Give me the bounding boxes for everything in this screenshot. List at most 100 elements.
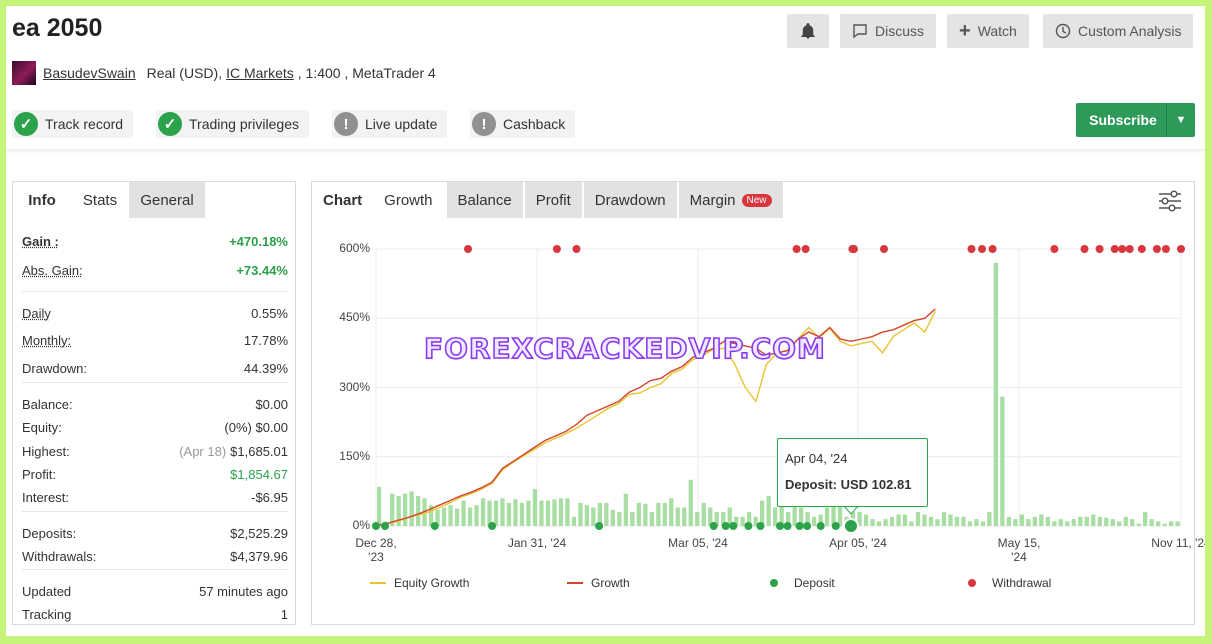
- legend-line-swatch: [370, 582, 386, 584]
- volume-bar: [1175, 521, 1180, 526]
- volume-bar: [695, 512, 700, 526]
- volume-bar: [1032, 516, 1037, 526]
- volume-bar: [987, 512, 992, 526]
- withdrawal-marker: [1110, 245, 1119, 253]
- volume-bar: [480, 498, 486, 526]
- deposit-marker: [721, 522, 730, 530]
- volume-bar: [669, 498, 674, 526]
- withdrawal-marker: [1161, 245, 1170, 253]
- volume-bar: [467, 507, 473, 526]
- withdrawal-marker: [572, 245, 581, 253]
- volume-bar: [967, 521, 973, 526]
- legend-label: Growth: [591, 576, 630, 590]
- volume-bar: [578, 502, 583, 526]
- volume-bar: [500, 498, 505, 526]
- tooltip-value: Deposit: USD 102.81: [785, 477, 912, 492]
- volume-bar: [506, 502, 512, 526]
- volume-bar: [571, 516, 577, 526]
- volume-bar: [961, 516, 966, 526]
- volume-bar: [941, 512, 947, 526]
- volume-bar: [623, 493, 628, 526]
- volume-bar: [1143, 512, 1148, 526]
- volume-bar: [688, 479, 693, 526]
- volume-bar: [824, 507, 830, 526]
- legend-dot-swatch: [770, 579, 778, 587]
- volume-bar: [792, 503, 797, 526]
- volume-bar: [604, 502, 609, 526]
- page-frame: ea 2050 Discuss + Watch Custom Analysis: [6, 6, 1205, 636]
- volume-bar: [461, 500, 466, 526]
- volume-bar: [584, 505, 589, 526]
- volume-bar: [974, 519, 979, 526]
- volume-bar: [474, 505, 479, 526]
- withdrawal-marker: [801, 245, 810, 253]
- withdrawal-marker: [849, 245, 858, 253]
- tooltip-pointer: [842, 505, 860, 515]
- volume-bar: [948, 514, 953, 526]
- legend-deposit[interactable]: Deposit: [770, 576, 835, 590]
- withdrawal-marker: [967, 245, 976, 253]
- volume-bar: [545, 500, 551, 526]
- volume-bar: [448, 505, 453, 526]
- deposit-marker: [744, 522, 753, 530]
- volume-bar: [403, 493, 408, 526]
- deposit-marker: [756, 522, 765, 530]
- deposit-marker: [803, 522, 812, 530]
- legend-line-swatch: [567, 582, 583, 584]
- withdrawal-marker: [552, 245, 561, 253]
- deposit-marker: [776, 522, 784, 530]
- withdrawal-marker: [1080, 245, 1089, 253]
- volume-bar: [1156, 521, 1161, 526]
- volume-bar: [552, 499, 557, 526]
- volume-bar: [1000, 396, 1005, 526]
- volume-bar: [1104, 517, 1109, 526]
- volume-bar: [1117, 521, 1122, 526]
- legend-dot-swatch: [968, 579, 976, 587]
- volume-bar: [902, 514, 908, 526]
- volume-bar: [1019, 514, 1024, 526]
- deposit-marker: [372, 522, 380, 530]
- tooltip-date: Apr 04, '24: [785, 451, 848, 466]
- volume-bar: [617, 512, 622, 526]
- volume-bar: [675, 507, 680, 526]
- volume-bar: [1091, 514, 1096, 526]
- volume-bar: [630, 512, 635, 526]
- legend-growth[interactable]: Growth: [567, 576, 630, 590]
- deposit-marker: [816, 522, 825, 530]
- volume-bar: [928, 516, 934, 526]
- volume-bar: [883, 519, 888, 526]
- chart-tooltip: Apr 04, '24 Deposit: USD 102.81: [777, 438, 928, 507]
- withdrawal-marker: [1137, 245, 1146, 253]
- deposit-marker: [381, 522, 389, 530]
- volume-bar: [1006, 516, 1011, 526]
- volume-bar: [1026, 519, 1031, 526]
- deposit-marker: [709, 522, 718, 530]
- legend-label: Deposit: [794, 576, 835, 590]
- deposit-marker: [488, 522, 497, 530]
- volume-bar: [539, 500, 544, 526]
- volume-bar: [1110, 519, 1115, 526]
- deposit-marker: [795, 522, 804, 530]
- volume-bar: [1058, 519, 1063, 526]
- volume-bar: [1045, 516, 1050, 526]
- volume-bar: [812, 516, 817, 526]
- volume-bar: [909, 521, 914, 526]
- legend-withdrawal[interactable]: Withdrawal: [968, 576, 1051, 590]
- volume-bar: [1052, 521, 1057, 526]
- deposit-marker: [729, 522, 738, 530]
- volume-bar: [1123, 516, 1128, 526]
- volume-bar: [1097, 516, 1102, 526]
- volume-bar: [643, 503, 648, 526]
- volume-bar: [636, 502, 641, 526]
- volume-bar: [1130, 519, 1135, 526]
- volume-bar: [519, 502, 525, 526]
- volume-bar: [416, 496, 421, 526]
- volume-bar: [454, 508, 460, 526]
- volume-bar: [1084, 516, 1089, 526]
- volume-bar: [701, 502, 706, 526]
- volume-bar: [493, 500, 499, 526]
- volume-bar: [922, 514, 927, 526]
- volume-bar: [532, 489, 538, 526]
- withdrawal-marker: [1152, 245, 1161, 253]
- legend-equity-growth[interactable]: Equity Growth: [370, 576, 469, 590]
